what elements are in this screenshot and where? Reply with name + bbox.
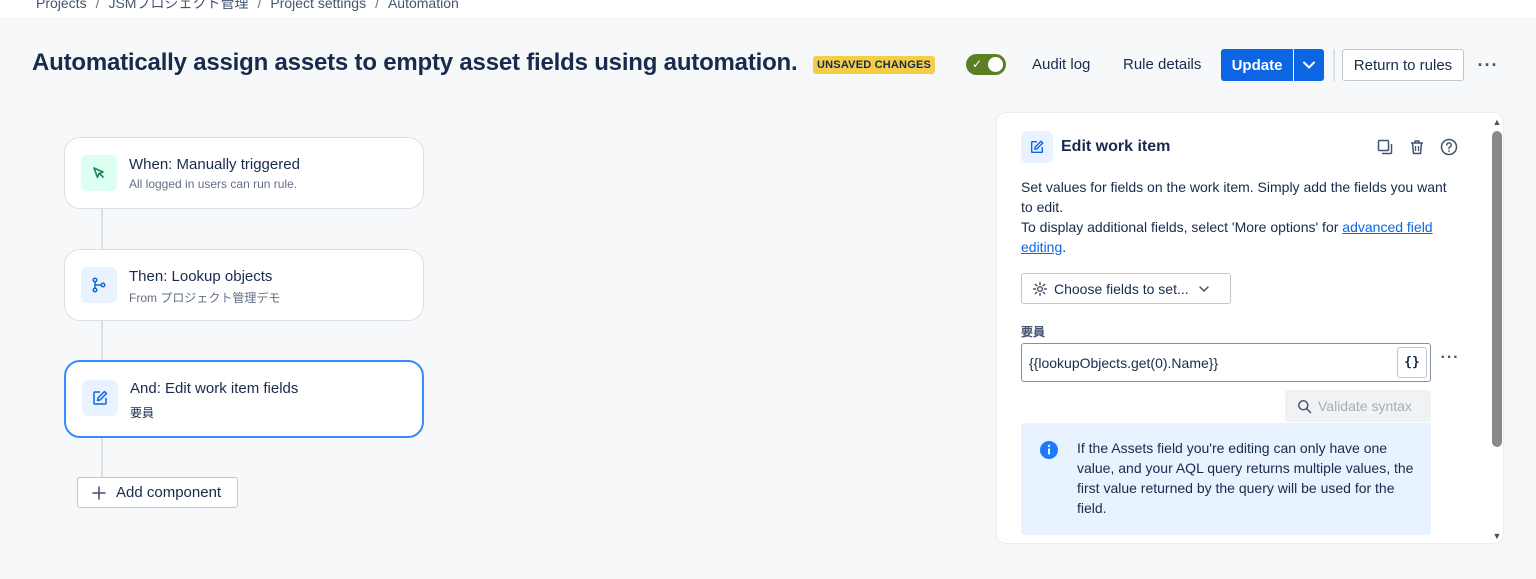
component-config-panel: Edit work item Set values for fields on … xyxy=(997,113,1503,543)
flow-node-edit-work-item[interactable]: And: Edit work item fields 要員 xyxy=(64,360,424,438)
description-line-1: Set values for fields on the work item. … xyxy=(1021,179,1447,215)
chevron-down-icon xyxy=(1198,285,1209,292)
panel-description: Set values for fields on the work item. … xyxy=(1021,179,1447,255)
breadcrumb-project[interactable]: JSMプロジェクト管理 xyxy=(108,0,248,11)
rule-enabled-toggle[interactable]: ✓ xyxy=(966,54,1006,75)
flow-node-trigger[interactable]: When: Manually triggered All logged in u… xyxy=(64,137,424,209)
info-message: If the Assets field you're editing can o… xyxy=(1021,423,1431,535)
scrollbar-thumb[interactable] xyxy=(1492,131,1502,447)
info-text: If the Assets field you're editing can o… xyxy=(1077,440,1414,516)
search-icon xyxy=(1298,399,1312,413)
audit-log-button[interactable]: Audit log xyxy=(1032,56,1090,73)
breadcrumb-projects[interactable]: Projects xyxy=(36,0,87,11)
help-icon[interactable] xyxy=(1439,137,1459,157)
edit-icon xyxy=(82,380,118,416)
update-dropdown-button[interactable] xyxy=(1294,49,1324,81)
unsaved-changes-badge: UNSAVED CHANGES xyxy=(813,56,936,74)
branch-icon xyxy=(81,267,117,303)
page-title: Automatically assign assets to empty ass… xyxy=(32,49,798,76)
trash-icon[interactable] xyxy=(1407,137,1427,157)
description-line-2: To display additional fields, select 'Mo… xyxy=(1021,219,1343,235)
field-value: {{lookupObjects.get(0).Name}} xyxy=(1029,355,1219,371)
flow-connector xyxy=(101,436,103,478)
node-title: When: Manually triggered xyxy=(129,156,300,173)
flow-connector xyxy=(101,208,103,250)
more-options-icon[interactable]: ··· xyxy=(1475,51,1501,79)
choose-fields-dropdown[interactable]: Choose fields to set... xyxy=(1021,273,1231,304)
plus-icon xyxy=(92,485,106,500)
rule-details-button[interactable]: Rule details xyxy=(1123,56,1201,73)
breadcrumb-project-settings[interactable]: Project settings xyxy=(270,0,366,11)
scroll-down-arrow[interactable]: ▼ xyxy=(1492,532,1502,541)
validate-syntax-button[interactable]: Validate syntax xyxy=(1285,390,1431,422)
toggle-knob xyxy=(988,57,1003,72)
check-icon: ✓ xyxy=(972,57,983,71)
update-button[interactable]: Update xyxy=(1221,49,1293,81)
add-component-button[interactable]: Add component xyxy=(77,477,238,508)
node-subtitle: All logged in users can run rule. xyxy=(129,177,298,191)
field-value-input[interactable]: {{lookupObjects.get(0).Name}} {} xyxy=(1021,343,1431,382)
flow-node-lookup[interactable]: Then: Lookup objects From プロジェクト管理デモ xyxy=(64,249,424,321)
top-bar: Projects / JSMプロジェクト管理 / Project settings / Au… xyxy=(0,0,1536,17)
breadcrumb: Projects / JSMプロジェクト管理 / Project settings / Au… xyxy=(36,0,459,13)
header-divider xyxy=(1333,49,1335,81)
edit-icon xyxy=(1021,131,1053,163)
gear-icon xyxy=(1032,281,1048,296)
node-title: And: Edit work item fields xyxy=(130,380,299,397)
return-to-rules-button[interactable]: Return to rules xyxy=(1342,49,1464,81)
node-subtitle: From プロジェクト管理デモ xyxy=(129,291,281,305)
validate-syntax-label: Validate syntax xyxy=(1318,398,1412,414)
field-more-options-icon[interactable]: ··· xyxy=(1437,349,1463,369)
choose-fields-label: Choose fields to set... xyxy=(1054,280,1189,297)
field-label: 要員 xyxy=(1021,325,1046,339)
smart-value-button[interactable]: {} xyxy=(1397,347,1427,378)
cursor-click-icon xyxy=(81,155,117,191)
node-subtitle: 要員 xyxy=(130,406,155,420)
panel-title: Edit work item xyxy=(1061,138,1171,155)
copy-icon[interactable] xyxy=(1375,137,1395,157)
scroll-up-arrow[interactable]: ▲ xyxy=(1492,118,1502,127)
add-component-label: Add component xyxy=(116,484,222,501)
node-title: Then: Lookup objects xyxy=(129,268,273,285)
info-icon xyxy=(1040,441,1058,459)
breadcrumb-automation[interactable]: Automation xyxy=(388,0,459,11)
chevron-down-icon xyxy=(1303,61,1315,69)
flow-connector xyxy=(101,320,103,362)
